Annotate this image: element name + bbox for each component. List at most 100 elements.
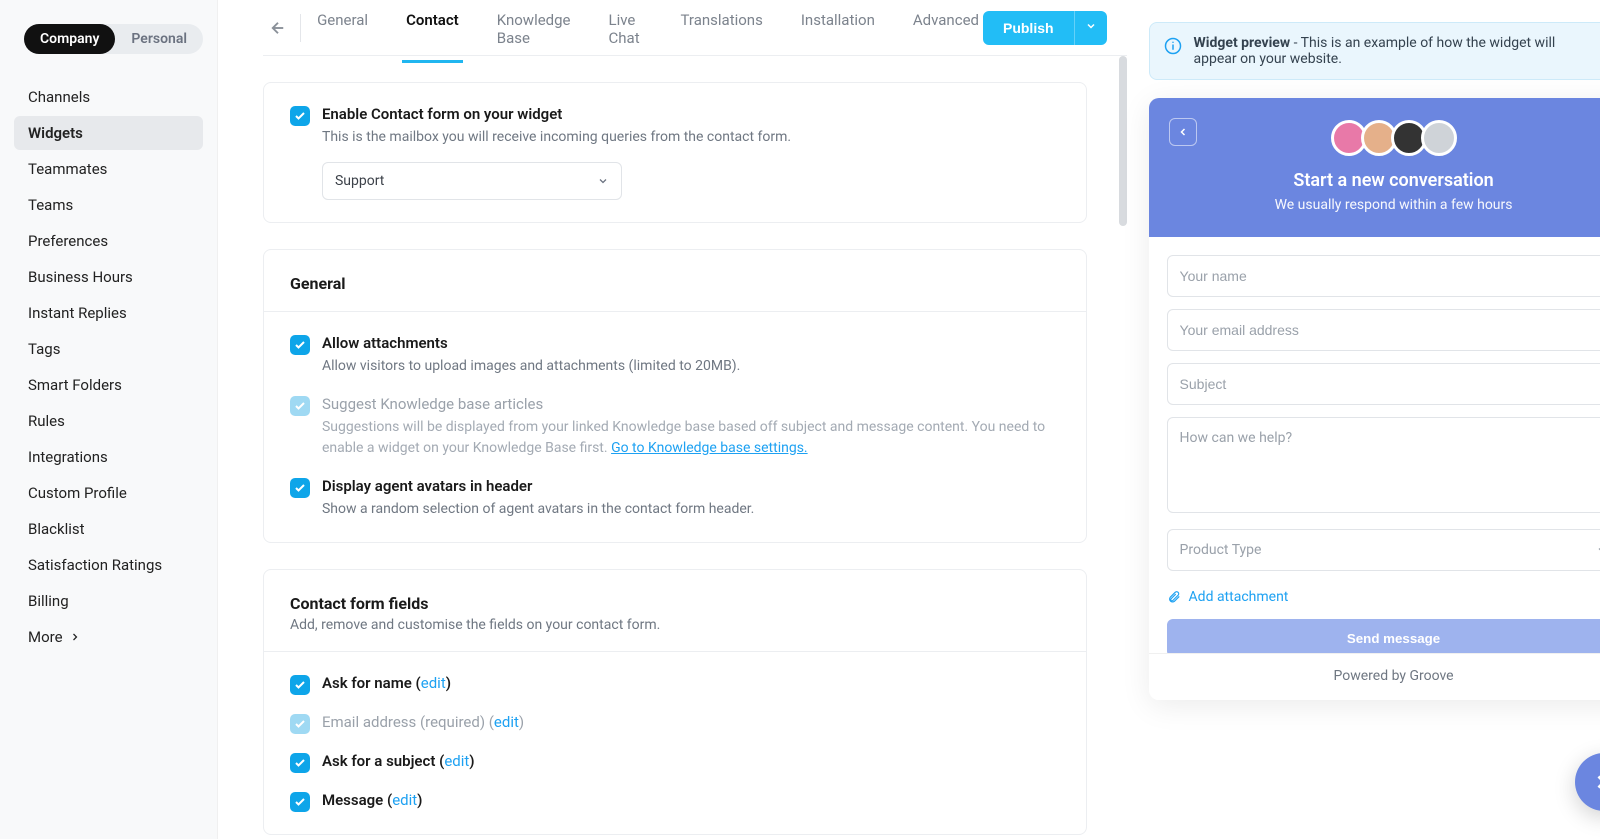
chevron-right-icon [69, 631, 81, 643]
setting-label: Suggest Knowledge base articles [322, 395, 1060, 413]
preview-send-button[interactable]: Send message [1167, 619, 1600, 657]
tab-contact[interactable]: Contact [402, 0, 463, 63]
info-icon [1164, 37, 1182, 55]
fields-card: Contact form fields Add, remove and cust… [263, 569, 1087, 835]
content-column: General Contact Knowledge Base Live Chat Tra… [218, 0, 1127, 839]
check-icon [294, 718, 306, 730]
tab-installation[interactable]: Installation [797, 0, 879, 63]
sidebar: Company Personal ChannelsWidgetsTeammate… [0, 0, 218, 839]
preview-message-textarea[interactable] [1167, 417, 1600, 513]
preview-add-attachment[interactable]: Add attachment [1167, 587, 1600, 619]
preview-subject-input[interactable] [1167, 363, 1600, 405]
sidebar-item-teams[interactable]: Teams [14, 188, 203, 222]
preview-email-input[interactable] [1167, 309, 1600, 351]
sidebar-item-tags[interactable]: Tags [14, 332, 203, 366]
publish-dropdown-button[interactable] [1074, 11, 1107, 45]
sidebar-item-preferences[interactable]: Preferences [14, 224, 203, 258]
notice-text: Widget preview - This is an example of h… [1194, 35, 1600, 67]
mailbox-select[interactable]: Support [322, 162, 622, 200]
fields-heading: Contact form fields [290, 594, 1060, 613]
chevron-down-icon [1596, 544, 1600, 556]
sidebar-item-more[interactable]: More [14, 620, 203, 654]
sidebar-item-custom-profile[interactable]: Custom Profile [14, 476, 203, 510]
scrollbar[interactable] [1119, 56, 1127, 756]
setting-checkbox [290, 396, 310, 416]
preview-header: Start a new conversation We usually resp… [1149, 98, 1600, 237]
sidebar-item-smart-folders[interactable]: Smart Folders [14, 368, 203, 402]
check-icon [294, 757, 306, 769]
preview-back-button[interactable] [1169, 118, 1197, 146]
general-card: General Allow attachments Allow visitors … [263, 249, 1087, 543]
field-row: Email address (required) (edit) [290, 713, 1060, 752]
tab-advanced[interactable]: Advanced [909, 0, 983, 63]
sidebar-item-channels[interactable]: Channels [14, 80, 203, 114]
tab-live-chat[interactable]: Live Chat [605, 0, 647, 63]
preview-footer: Powered by Groove [1149, 653, 1600, 700]
check-icon [294, 679, 306, 691]
field-edit-link[interactable]: edit [444, 752, 469, 770]
sidebar-item-rules[interactable]: Rules [14, 404, 203, 438]
sidebar-item-business-hours[interactable]: Business Hours [14, 260, 203, 294]
sidebar-item-satisfaction-ratings[interactable]: Satisfaction Ratings [14, 548, 203, 582]
back-button[interactable] [263, 12, 292, 44]
setting-row: Display agent avatars in headerShow a ra… [290, 477, 1060, 520]
check-icon [294, 400, 306, 412]
setting-label: Allow attachments [322, 334, 740, 352]
preview-subtitle: We usually respond within a few hours [1169, 197, 1600, 213]
enable-contact-desc: This is the mailbox you will receive inc… [322, 127, 791, 148]
scope-personal[interactable]: Personal [115, 24, 203, 54]
arrow-left-icon [269, 19, 287, 37]
preview-attach-label: Add attachment [1189, 589, 1289, 605]
setting-desc: Allow visitors to upload images and atta… [322, 356, 740, 377]
sidebar-item-teammates[interactable]: Teammates [14, 152, 203, 186]
publish-group: Publish [983, 11, 1107, 45]
setting-checkbox[interactable] [290, 478, 310, 498]
preview-notice: Widget preview - This is an example of h… [1149, 22, 1600, 80]
enable-contact-checkbox[interactable] [290, 106, 310, 126]
kb-settings-link[interactable]: Go to Knowledge base settings. [611, 440, 808, 456]
general-heading: General [290, 274, 1060, 293]
main: General Contact Knowledge Base Live Chat Tra… [218, 0, 1600, 839]
setting-row: Suggest Knowledge base articlesSuggestio… [290, 395, 1060, 477]
setting-row: Allow attachments Allow visitors to uploa… [290, 334, 1060, 395]
sidebar-item-blacklist[interactable]: Blacklist [14, 512, 203, 546]
setting-checkbox[interactable] [290, 335, 310, 355]
field-checkbox [290, 714, 310, 734]
field-label: Message (edit) [322, 791, 422, 809]
tab-general[interactable]: General [313, 0, 372, 63]
publish-button[interactable]: Publish [983, 11, 1074, 45]
widget-preview: Start a new conversation We usually resp… [1149, 98, 1600, 700]
field-label: Ask for a subject (edit) [322, 752, 475, 770]
field-edit-link[interactable]: edit [392, 791, 417, 809]
tab-knowledge-base[interactable]: Knowledge Base [493, 0, 575, 63]
setting-desc: Show a random selection of agent avatars… [322, 499, 754, 520]
widget-close-fab[interactable] [1575, 753, 1600, 811]
sidebar-item-billing[interactable]: Billing [14, 584, 203, 618]
preview-product-type-select[interactable]: Product Type [1167, 529, 1600, 571]
preview-name-input[interactable] [1167, 255, 1600, 297]
close-icon [1593, 771, 1600, 793]
sidebar-item-label: More [28, 628, 63, 646]
sidebar-item-integrations[interactable]: Integrations [14, 440, 203, 474]
chevron-down-icon [1085, 20, 1097, 32]
scope-company[interactable]: Company [24, 24, 115, 54]
field-checkbox[interactable] [290, 675, 310, 695]
preview-avatars [1169, 120, 1600, 156]
field-checkbox[interactable] [290, 792, 310, 812]
sidebar-item-widgets[interactable]: Widgets [14, 116, 203, 150]
sidebar-item-instant-replies[interactable]: Instant Replies [14, 296, 203, 330]
enable-contact-label: Enable Contact form on your widget [322, 105, 791, 123]
field-row: Message (edit) [290, 791, 1060, 812]
field-edit-link[interactable]: edit [421, 674, 446, 692]
field-edit-link[interactable]: edit [494, 713, 519, 731]
field-row: Ask for name (edit) [290, 674, 1060, 713]
scrollbar-thumb[interactable] [1119, 56, 1127, 226]
tab-translations[interactable]: Translations [677, 0, 767, 63]
field-checkbox[interactable] [290, 753, 310, 773]
scope-toggle: Company Personal [24, 24, 203, 54]
paperclip-icon [1167, 590, 1181, 604]
check-icon [294, 796, 306, 808]
scroll-area[interactable]: Enable Contact form on your widget This … [263, 56, 1127, 839]
check-icon [294, 482, 306, 494]
preview-column: Widget preview - This is an example of h… [1127, 0, 1600, 839]
